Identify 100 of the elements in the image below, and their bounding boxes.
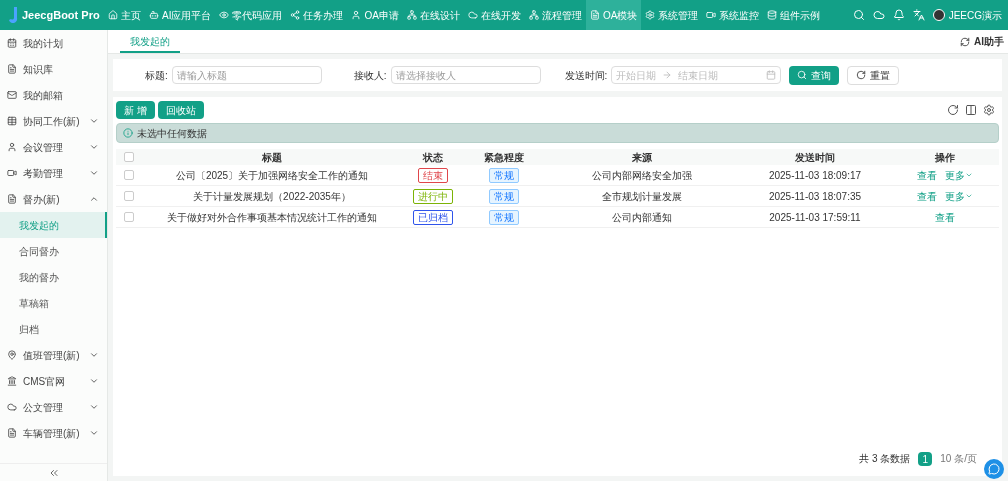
- sidebar-subitem[interactable]: 归档: [0, 316, 107, 342]
- logo-icon: [8, 7, 18, 23]
- search-icon[interactable]: [852, 9, 865, 21]
- sidebar-subitem[interactable]: 合同督办: [0, 238, 107, 264]
- reset-icon: [856, 70, 867, 80]
- page-tab[interactable]: 我发起的: [120, 32, 180, 53]
- cloud-icon: [7, 402, 17, 412]
- nav-tab[interactable]: 系统管理: [641, 0, 703, 30]
- filter-label: 标题:: [145, 68, 168, 83]
- sidebar-item[interactable]: 督办(新): [0, 186, 107, 212]
- chat-icon: [988, 463, 1000, 475]
- search-button[interactable]: 查询: [789, 65, 840, 85]
- sidebar-subitem[interactable]: 我发起的: [0, 212, 107, 238]
- nav-tab[interactable]: 任务办理: [286, 0, 348, 30]
- reset-button[interactable]: 重置: [847, 65, 900, 85]
- user-icon: [7, 142, 17, 152]
- gear-icon: [645, 10, 656, 20]
- page-size-select[interactable]: 10 条/页: [940, 451, 977, 466]
- chevron-down-icon: [89, 350, 99, 360]
- status-tag: 已归档: [413, 209, 453, 225]
- nav-tab[interactable]: 在线开发: [463, 0, 525, 30]
- calendar-icon: [7, 38, 17, 48]
- bell-icon[interactable]: [892, 9, 905, 21]
- document-icon: [589, 10, 600, 20]
- sidebar-item[interactable]: 公文管理: [0, 394, 107, 420]
- recycle-bin-button[interactable]: 回收站: [157, 101, 204, 119]
- user-avatar[interactable]: [932, 9, 945, 21]
- sidebar-item[interactable]: 我的邮箱: [0, 82, 107, 108]
- refresh-icon[interactable]: [960, 36, 970, 47]
- sidebar-subitem[interactable]: 草稿箱: [0, 290, 107, 316]
- document-icon: [7, 194, 17, 204]
- sidebar-item[interactable]: 我的计划: [0, 30, 107, 56]
- mail-icon: [7, 90, 17, 100]
- ai-assistant-link[interactable]: AI助手: [974, 34, 1004, 49]
- nav-tab[interactable]: 系统监控: [702, 0, 764, 30]
- nav-tab[interactable]: OA申请: [347, 0, 403, 30]
- calendar-icon: [766, 70, 777, 80]
- view-link[interactable]: 查看: [916, 188, 937, 204]
- arrow-right-icon: [662, 70, 673, 80]
- column-header: 标题: [142, 149, 402, 165]
- checkbox[interactable]: [124, 152, 134, 162]
- app-name: JeecgBoot Pro: [22, 7, 100, 23]
- network-icon: [528, 10, 539, 20]
- document-icon: [7, 64, 17, 74]
- view-link[interactable]: 查看: [916, 167, 937, 183]
- sidebar-item[interactable]: 会议管理: [0, 134, 107, 160]
- table-cell: 关于做好对外合作事项基本情况统计工作的通知: [142, 207, 402, 228]
- camera-icon: [7, 168, 17, 178]
- checkbox[interactable]: [124, 212, 134, 222]
- nav-tab[interactable]: 主页: [104, 0, 145, 30]
- chevron-down-icon: [89, 402, 99, 412]
- chevron-down-icon: [89, 428, 99, 438]
- nav-tab[interactable]: 流程管理: [524, 0, 586, 30]
- urgency-tag: 常规: [489, 188, 519, 204]
- more-link[interactable]: 更多: [944, 167, 973, 183]
- nav-tab[interactable]: OA模块: [585, 0, 642, 30]
- reload-icon[interactable]: [947, 104, 959, 116]
- add-button[interactable]: 新 增: [116, 101, 155, 119]
- nav-tab[interactable]: 在线设计: [402, 0, 464, 30]
- sidebar-item[interactable]: 值班管理(新): [0, 342, 107, 368]
- language-icon[interactable]: [912, 9, 925, 21]
- urgency-tag: 常规: [489, 209, 519, 225]
- column-settings-icon[interactable]: [965, 104, 977, 116]
- status-tag: 进行中: [413, 188, 453, 204]
- status-tag: 结束: [418, 167, 448, 183]
- column-header: 来源: [544, 149, 740, 165]
- nav-tab[interactable]: AI应用平台: [145, 0, 216, 30]
- page-number[interactable]: 1: [918, 451, 933, 466]
- checkbox[interactable]: [124, 191, 134, 201]
- user-name[interactable]: JEECG演示: [948, 7, 1002, 23]
- text-field[interactable]: 请输入标题: [171, 66, 322, 84]
- nav-tab[interactable]: 零代码应用: [215, 0, 287, 30]
- filter-label: 发送时间:: [564, 68, 608, 83]
- column-header: 操作: [890, 149, 999, 165]
- text-field[interactable]: 请选择接收人: [390, 66, 541, 84]
- pin-icon: [7, 350, 17, 360]
- share-icon: [290, 10, 301, 20]
- more-link[interactable]: 更多: [944, 188, 973, 204]
- table-cell: 2025-11-03 18:07:35: [740, 186, 890, 207]
- table-cell: 全市规划计量发展: [544, 186, 740, 207]
- checkbox[interactable]: [124, 170, 134, 180]
- building-icon: [7, 376, 17, 386]
- camera-icon: [706, 10, 717, 20]
- search-icon: [797, 70, 808, 80]
- sidebar-item[interactable]: CMS官网: [0, 368, 107, 394]
- sidebar-item[interactable]: 协同工作(新): [0, 108, 107, 134]
- view-link[interactable]: 查看: [934, 209, 955, 225]
- urgency-tag: 常规: [489, 167, 519, 183]
- sidebar-subitem[interactable]: 我的督办: [0, 264, 107, 290]
- chevron-down-icon: [89, 142, 99, 152]
- chat-button[interactable]: [984, 459, 1004, 479]
- cloud-icon[interactable]: [872, 9, 885, 21]
- settings-icon[interactable]: [983, 104, 995, 116]
- cloud-icon: [467, 10, 478, 20]
- database-icon: [767, 10, 778, 20]
- sidebar-item[interactable]: 知识库: [0, 56, 107, 82]
- chevron-up-icon: [89, 194, 99, 204]
- sidebar-item[interactable]: 车辆管理(新): [0, 420, 107, 446]
- sidebar-item[interactable]: 考勤管理: [0, 160, 107, 186]
- nav-tab[interactable]: 组件示例: [763, 0, 825, 30]
